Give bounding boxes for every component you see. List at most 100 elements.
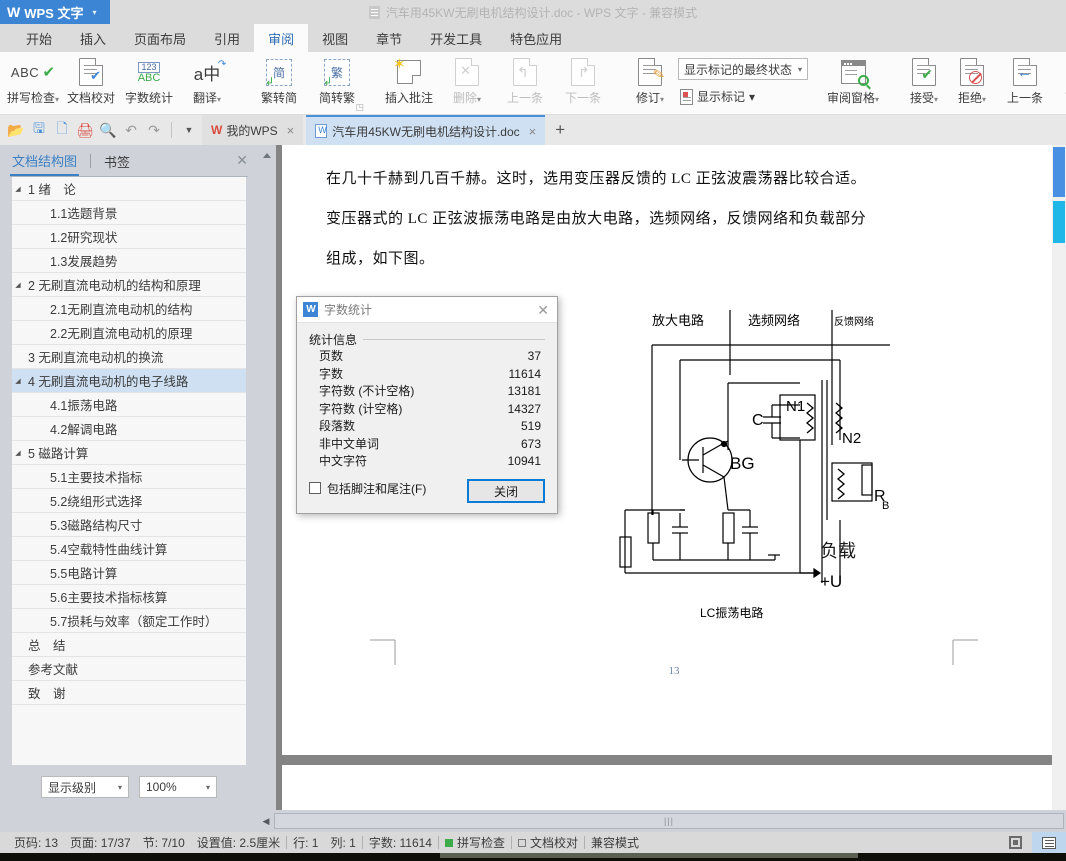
indent-spacer: · <box>12 641 24 648</box>
insert-comment-button[interactable]: ✶ 插入批注 <box>380 52 438 112</box>
group-dialog-launcher-icon[interactable]: ◳ <box>355 102 364 113</box>
nav-item[interactable]: ◢ 2 无刷直流电动机的结构和原理 <box>12 273 246 297</box>
nav-item[interactable]: · 4.1振荡电路 <box>12 393 246 417</box>
close-icon[interactable]: ✕ <box>236 152 248 169</box>
nav-item[interactable]: · 5.7损耗与效率（额定工作时） <box>12 609 246 633</box>
expand-triangle-icon[interactable]: ◢ <box>12 377 24 385</box>
nav-item[interactable]: · 5.6主要技术指标核算 <box>12 585 246 609</box>
view-fullscreen-button[interactable] <box>998 832 1032 853</box>
accept-button[interactable]: ✔ 接受▾ <box>900 52 948 112</box>
nav-item[interactable]: · 5.4空载特性曲线计算 <box>12 537 246 561</box>
horizontal-scrollbar[interactable]: ◀ ||| <box>258 810 1066 832</box>
status-doc-proof[interactable]: 文档校对 <box>512 834 584 851</box>
trad-to-simp-button[interactable]: 简 ↲ 繁转简 <box>250 52 308 112</box>
indent-spacer: · <box>12 425 24 432</box>
nav-item[interactable]: · 5.5电路计算 <box>12 561 246 585</box>
scroll-up-icon[interactable] <box>263 153 271 158</box>
nav-item[interactable]: · 总 结 <box>12 633 246 657</box>
tab-references[interactable]: 引用 <box>200 24 254 52</box>
status-page-number[interactable]: 页码: 13 <box>8 834 64 851</box>
tab-start[interactable]: 开始 <box>12 24 66 52</box>
nav-item[interactable]: · 1.3发展趋势 <box>12 249 246 273</box>
nav-item[interactable]: · 5.2绕组形式选择 <box>12 489 246 513</box>
expand-triangle-icon[interactable]: ◢ <box>12 185 24 193</box>
status-word-count[interactable]: 字数: 11614 <box>363 834 438 851</box>
show-markup-button[interactable]: 显示标记 ▾ <box>680 88 808 105</box>
nav-item[interactable]: · 1.1选题背景 <box>12 201 246 225</box>
undo-icon[interactable]: ↶ <box>121 120 141 140</box>
spell-check-button[interactable]: ABC ✔ 拼写检查▾ <box>4 52 62 112</box>
print-icon[interactable]: 🖨 <box>75 120 95 140</box>
show-level-dropdown[interactable]: 显示级别 ▾ <box>41 776 129 798</box>
open-folder-icon[interactable]: 📂 <box>6 120 26 140</box>
nav-item[interactable]: · 2.1无刷直流电动机的结构 <box>12 297 246 321</box>
doc-tab-my-wps[interactable]: W 我的WPS × <box>202 115 304 145</box>
prev-change-button[interactable]: ← 上一条 <box>996 52 1054 112</box>
close-icon[interactable]: × <box>287 123 295 138</box>
nav-item[interactable]: · 2.2无刷直流电动机的原理 <box>12 321 246 345</box>
doc-proof-button[interactable]: ✔ 文档校对 <box>62 52 120 112</box>
nav-item[interactable]: · 3 无刷直流电动机的换流 <box>12 345 246 369</box>
close-button[interactable]: 关闭 <box>467 479 545 503</box>
status-pages[interactable]: 页面: 17/37 <box>64 834 137 851</box>
figure-label-capacitor: C <box>752 412 764 429</box>
tab-page-layout[interactable]: 页面布局 <box>120 24 200 52</box>
tab-dev-tools[interactable]: 开发工具 <box>416 24 496 52</box>
reject-button[interactable]: 拒绝▾ <box>948 52 996 112</box>
tab-bookmarks[interactable]: 书签 <box>102 148 132 175</box>
expand-triangle-icon[interactable]: ◢ <box>12 281 24 289</box>
wps-app-badge[interactable]: W WPS 文字 ▾ <box>0 0 110 24</box>
horizontal-scroll-thumb[interactable]: ||| <box>274 813 1064 829</box>
nav-item[interactable]: · 5.1主要技术指标 <box>12 465 246 489</box>
nav-item[interactable]: · 4.2解调电路 <box>12 417 246 441</box>
customize-toolbar-icon[interactable]: ▼ <box>179 120 199 140</box>
close-icon[interactable]: × <box>529 124 537 139</box>
track-changes-button[interactable]: ✎ 修订▾ <box>626 52 674 112</box>
nav-item[interactable]: ◢ 1 绪 论 <box>12 177 246 201</box>
tab-view[interactable]: 视图 <box>308 24 362 52</box>
document-map-list[interactable]: ◢ 1 绪 论 · 1.1选题背景 · 1.2研究现状 · 1.3发展趋势 ◢ 2 无刷直流电动机… <box>12 177 246 765</box>
nav-item[interactable]: · 参考文献 <box>12 657 246 681</box>
expand-triangle-icon[interactable]: ◢ <box>12 449 24 457</box>
next-change-button[interactable]: → 下一条 <box>1054 52 1066 112</box>
delete-comment-button: ✕ 删除▾ <box>438 52 496 112</box>
nav-item[interactable]: ◢ 4 无刷直流电动机的电子线路 <box>12 369 246 393</box>
scrollbar-thumb-secondary[interactable] <box>1053 201 1065 243</box>
insert-comment-label: 插入批注 <box>384 91 433 105</box>
word-count-dialog[interactable]: W 字数统计 ✕ 统计信息 页数 37 字数 11614 字符数 (不计空格) 13181… <box>296 296 558 514</box>
save-as-icon[interactable]: 🗋 <box>52 120 72 140</box>
markup-state-dropdown[interactable]: 显示标记的最终状态 ▾ <box>678 58 808 80</box>
zoom-dropdown[interactable]: 100% ▾ <box>139 776 217 798</box>
chevron-down-icon[interactable]: ▾ <box>92 8 96 17</box>
tab-chapter[interactable]: 章节 <box>362 24 416 52</box>
redo-icon[interactable]: ↷ <box>144 120 164 140</box>
status-row[interactable]: 行: 1 <box>287 834 324 851</box>
status-section[interactable]: 节: 7/10 <box>137 834 191 851</box>
vertical-scrollbar[interactable] <box>1052 145 1066 810</box>
close-icon[interactable]: ✕ <box>537 302 549 319</box>
scroll-left-icon[interactable]: ◀ <box>258 816 274 827</box>
status-setting-value[interactable]: 设置值: 2.5厘米 <box>191 834 286 851</box>
word-count-button[interactable]: 123 ABC 字数统计 <box>120 52 178 112</box>
horizontal-scroll-track[interactable]: ||| <box>274 813 1064 829</box>
tab-document-map[interactable]: 文档结构图 <box>10 147 80 176</box>
doc-tab-current-document[interactable]: 汽车用45KW无刷电机结构设计.doc × <box>306 115 546 145</box>
review-pane-button[interactable]: 审阅窗格▾ <box>820 52 886 112</box>
nav-item[interactable]: ◢ 5 磁路计算 <box>12 441 246 465</box>
view-page-layout-button[interactable] <box>1032 832 1066 853</box>
checkbox-box[interactable] <box>309 482 321 494</box>
new-tab-button[interactable]: + <box>548 115 572 145</box>
status-column[interactable]: 列: 1 <box>324 834 361 851</box>
tab-featured-apps[interactable]: 特色应用 <box>496 24 576 52</box>
nav-item[interactable]: · 致 谢 <box>12 681 246 705</box>
tab-review[interactable]: 审阅 <box>254 24 309 52</box>
translate-button[interactable]: a ↷ 中 翻译▾ <box>178 52 236 112</box>
print-preview-icon[interactable]: 🔍 <box>98 120 118 140</box>
chevron-down-icon: ▾ <box>982 95 987 104</box>
nav-item[interactable]: · 5.3磁路结构尺寸 <box>12 513 246 537</box>
scrollbar-thumb[interactable] <box>1053 147 1065 197</box>
nav-item[interactable]: · 1.2研究现状 <box>12 225 246 249</box>
save-icon[interactable]: 🖫 <box>29 120 49 140</box>
tab-insert[interactable]: 插入 <box>66 24 120 52</box>
status-spell-check[interactable]: 拼写检查 <box>439 834 511 851</box>
